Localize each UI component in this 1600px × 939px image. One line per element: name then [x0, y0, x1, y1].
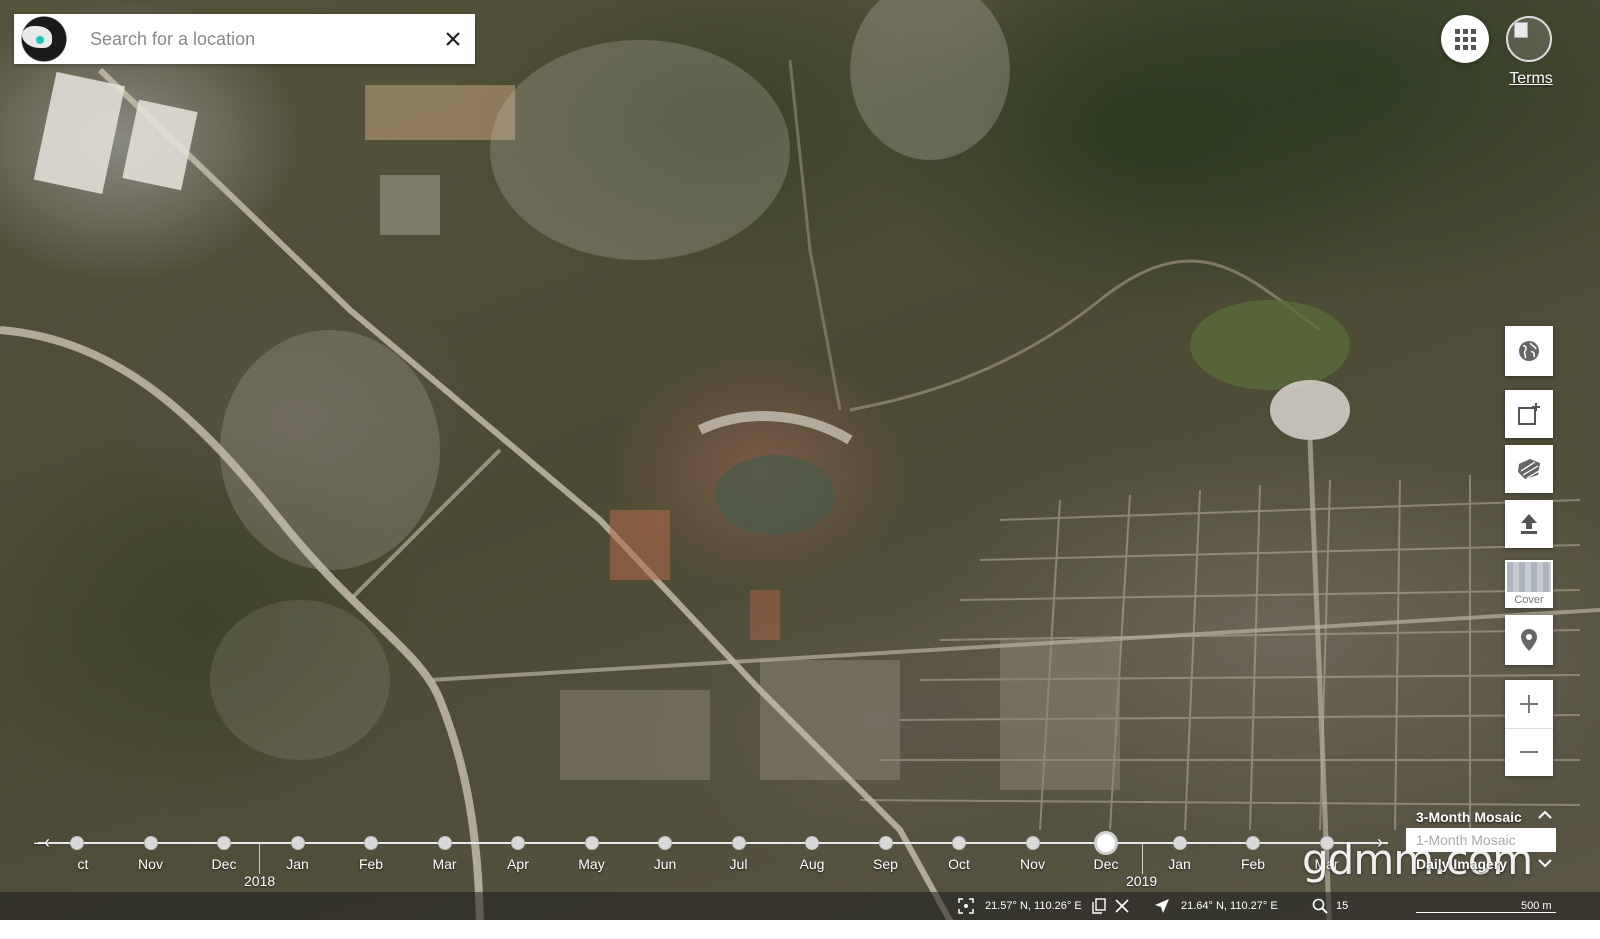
timeline-month-label[interactable]: Nov: [1003, 856, 1063, 872]
close-icon[interactable]: [431, 14, 475, 64]
search-input[interactable]: [74, 14, 431, 64]
zoom-out-button[interactable]: [1505, 727, 1553, 777]
timeline-tick[interactable]: [1094, 831, 1118, 855]
map-imagery: [0, 0, 1600, 939]
close-icon[interactable]: [1115, 892, 1129, 920]
timeline-month-label[interactable]: Dec: [1076, 856, 1136, 872]
cover-layer-button[interactable]: Cover: [1505, 560, 1553, 608]
timeline-tick[interactable]: [364, 836, 378, 850]
mosaic-selector: 3-Month Mosaic 1-Month Mosaic Daily Imag…: [1406, 806, 1556, 876]
timeline-tick[interactable]: [1172, 836, 1187, 850]
timeline-month-label[interactable]: Jul: [709, 856, 769, 872]
add-square-icon: [1518, 403, 1540, 425]
timeline-tick[interactable]: [1025, 836, 1040, 850]
timeline-month-label[interactable]: Apr: [488, 856, 548, 872]
timeline-month-label[interactable]: Feb: [341, 856, 401, 872]
timeline-month-label[interactable]: Feb: [1223, 856, 1283, 872]
timeline-month-label[interactable]: Jun: [635, 856, 695, 872]
add-marker-button[interactable]: [1505, 615, 1553, 665]
page-footer-strip: [0, 920, 1600, 939]
zoom-controls: [1505, 680, 1553, 776]
chevron-up-icon[interactable]: [1538, 810, 1552, 820]
add-area-button[interactable]: [1505, 390, 1553, 438]
copy-icon[interactable]: [1092, 892, 1106, 920]
timeline-tick[interactable]: [217, 836, 231, 850]
polygon-icon: [1518, 459, 1540, 479]
mosaic-option-daily[interactable]: Daily Imagery: [1406, 852, 1556, 876]
status-bar: 21.57° N, 110.26° E 21.64° N, 110.27° E …: [0, 892, 1600, 920]
terms-link[interactable]: Terms: [1503, 70, 1559, 88]
timeline-prev-icon[interactable]: –‹: [34, 832, 50, 853]
center-crosshair-icon[interactable]: [958, 892, 974, 920]
chevron-down-icon[interactable]: [1538, 858, 1552, 868]
year-label: 2019: [1126, 873, 1158, 889]
mosaic-option-monthly[interactable]: 1-Month Mosaic: [1406, 828, 1556, 852]
timeline-tick[interactable]: [511, 836, 525, 850]
year-divider: [259, 844, 260, 874]
plus-icon: [1520, 694, 1538, 713]
globe-view-button[interactable]: [1505, 326, 1553, 376]
magnifier-icon: [1312, 892, 1328, 920]
timeline: –‹ › ct Nov Dec Jan Feb Mar Apr May Jun Jul Aug Sep…: [0, 826, 1400, 892]
timeline-tick[interactable]: [584, 836, 599, 850]
broken-image-icon: [1514, 22, 1528, 38]
globe-icon[interactable]: [14, 14, 74, 64]
timeline-month-label[interactable]: May: [562, 856, 622, 872]
center-coordinates: 21.57° N, 110.26° E: [985, 900, 1082, 912]
satellite-map[interactable]: [0, 0, 1600, 939]
timeline-month-label[interactable]: Mar: [415, 856, 475, 872]
timeline-tick[interactable]: [290, 836, 305, 850]
upload-icon: [1521, 514, 1537, 534]
cover-thumbnail: [1507, 562, 1551, 592]
cursor-coordinates: 21.64° N, 110.27° E: [1181, 900, 1278, 912]
timeline-month-label[interactable]: ct: [53, 856, 113, 872]
apps-grid-icon: [1454, 28, 1476, 50]
upload-button[interactable]: [1505, 500, 1553, 548]
cover-label: Cover: [1514, 594, 1544, 606]
timeline-month-label[interactable]: Aug: [782, 856, 842, 872]
year-label: 2018: [244, 873, 276, 889]
timeline-month-label[interactable]: Jan: [268, 856, 328, 872]
timeline-tick[interactable]: [437, 836, 452, 850]
timeline-month-label[interactable]: Sep: [856, 856, 916, 872]
location-arrow-icon[interactable]: [1154, 892, 1170, 920]
apps-grid-button[interactable]: [1441, 15, 1489, 63]
timeline-month-label[interactable]: Nov: [121, 856, 181, 872]
timeline-tick[interactable]: [731, 836, 746, 850]
timeline-tick[interactable]: [70, 836, 84, 850]
timeline-tick[interactable]: [878, 836, 893, 850]
timeline-tick[interactable]: [658, 836, 672, 850]
draw-polygon-button[interactable]: [1505, 445, 1553, 493]
zoom-level: 15: [1336, 900, 1349, 912]
timeline-tick[interactable]: [805, 836, 819, 850]
zoom-in-button[interactable]: [1505, 680, 1553, 728]
timeline-tick[interactable]: [143, 836, 158, 850]
search-bar: [14, 14, 475, 64]
timeline-tick[interactable]: [952, 836, 966, 850]
mosaic-title[interactable]: 3-Month Mosaic: [1406, 806, 1556, 828]
timeline-month-label[interactable]: Oct: [929, 856, 989, 872]
timeline-tick[interactable]: [1246, 836, 1260, 850]
timeline-month-label[interactable]: Jan: [1150, 856, 1210, 872]
profile-avatar[interactable]: [1506, 16, 1552, 62]
year-divider: [1142, 844, 1143, 874]
map-pin-icon: [1521, 629, 1537, 651]
minus-icon: [1520, 751, 1538, 754]
timeline-month-label[interactable]: Dec: [194, 856, 254, 872]
scale-label: 500 m: [1521, 900, 1552, 912]
globe-icon: [1519, 341, 1539, 361]
scale-bar: [1416, 912, 1556, 913]
